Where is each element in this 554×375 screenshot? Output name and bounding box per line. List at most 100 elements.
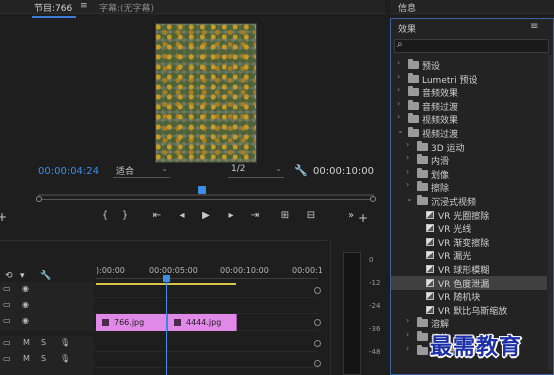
solo-toggle[interactable]: S	[41, 354, 46, 363]
timeline-clip[interactable]: 766.jpg	[96, 314, 168, 331]
playhead-marker[interactable]	[198, 186, 206, 194]
extract-icon[interactable]: ⊟	[304, 210, 318, 221]
resolution-select[interactable]: 1/2 ⌄	[228, 164, 284, 178]
chevron-right-icon[interactable]: ›	[397, 85, 400, 94]
chevron-right-icon[interactable]: ›	[397, 58, 400, 67]
chevron-right-icon[interactable]: ›	[406, 316, 409, 325]
zoom-handle-left[interactable]	[36, 196, 42, 202]
lift-icon[interactable]: ⊞	[278, 210, 292, 221]
scroll-handle[interactable]	[314, 360, 321, 367]
track-header	[0, 368, 94, 375]
effect-folder[interactable]: › 音频过渡	[391, 99, 547, 113]
tree-label: 视频效果	[422, 116, 459, 127]
meter-scale-label: 0	[369, 256, 374, 264]
effect-item[interactable]: VR 色度泄漏	[391, 275, 547, 290]
effect-item[interactable]: VR 光圈擦除	[391, 208, 547, 222]
solo-toggle[interactable]: S	[41, 338, 46, 347]
step-back-icon[interactable]: ◂	[175, 210, 189, 221]
tab-program[interactable]: 节目:766	[31, 1, 77, 18]
effect-item[interactable]: VR 球形模糊	[391, 262, 547, 276]
effect-item[interactable]: VR 随机块	[391, 289, 547, 303]
chevron-right-icon[interactable]: ›	[397, 112, 400, 121]
tree-label: Lumetri 预设	[422, 75, 478, 86]
add-button-left[interactable]: +	[0, 210, 7, 224]
tab-caption[interactable]: 字幕:(无字幕)	[99, 1, 154, 14]
chevron-right-icon[interactable]: ›	[406, 167, 409, 176]
chevron-right-icon[interactable]: ›	[406, 344, 409, 353]
effect-folder[interactable]: ⌄ 视频过渡	[391, 126, 547, 140]
step-forward-icon[interactable]: ▸	[224, 210, 238, 221]
folder-icon	[417, 331, 428, 341]
mark-in-icon[interactable]: {	[98, 210, 112, 221]
microphone-icon[interactable]: 🎙	[60, 338, 70, 347]
timeline-clip[interactable]: 4444.jpg	[168, 314, 237, 331]
tree-label: VR 光线	[438, 225, 472, 236]
panel-scrollbar[interactable]	[548, 55, 552, 370]
wrench-icon[interactable]: 🔧	[40, 271, 51, 281]
effect-item[interactable]: VR 默比乌斯缩放	[391, 303, 547, 317]
chevron-down-icon[interactable]: ⌄	[397, 126, 404, 135]
go-to-in-icon[interactable]: ⇤	[150, 210, 164, 221]
effect-folder[interactable]: › 擦除	[391, 180, 547, 194]
eye-icon[interactable]: ◉	[22, 316, 29, 325]
effects-panel-title[interactable]: 效果	[398, 22, 416, 35]
effect-folder[interactable]: › 预设	[391, 58, 547, 72]
chevron-right-icon[interactable]: ›	[397, 99, 400, 108]
chevron-right-icon[interactable]: ›	[406, 153, 409, 162]
add-button-right[interactable]: +	[358, 211, 368, 225]
snap-icon[interactable]: ⟲	[5, 271, 13, 281]
chevron-right-icon[interactable]: ›	[397, 72, 400, 81]
eye-icon[interactable]: ◉	[22, 284, 29, 293]
effect-item[interactable]: VR 漏光	[391, 248, 547, 262]
more-icon[interactable]: »	[344, 210, 358, 221]
scrub-bar[interactable]	[38, 194, 374, 196]
wrench-icon[interactable]: 🔧	[294, 164, 308, 177]
mute-toggle[interactable]: M	[23, 354, 30, 363]
meter-scale-label: -12	[369, 279, 381, 287]
chevron-right-icon[interactable]: ›	[406, 330, 409, 339]
zoom-handle-right[interactable]	[370, 196, 376, 202]
play-icon[interactable]: ▶	[199, 210, 213, 221]
mark-out-icon[interactable]: }	[118, 210, 132, 221]
effect-folder[interactable]: › Lumetri 预设	[391, 72, 547, 86]
film-icon[interactable]: ▭	[3, 300, 11, 309]
meter-scale-label: -24	[369, 302, 381, 310]
current-timecode[interactable]: 00:00:04:24	[38, 166, 99, 177]
effect-folder[interactable]: › 视频效果	[391, 112, 547, 126]
chevron-right-icon[interactable]: ›	[406, 180, 409, 189]
scroll-handle[interactable]	[314, 287, 321, 294]
time-ruler[interactable]	[96, 278, 318, 279]
fit-select[interactable]: 适合 ⌄	[113, 164, 170, 178]
microphone-icon[interactable]: 🎙	[60, 354, 70, 363]
transition-icon	[426, 278, 434, 287]
transition-icon	[426, 237, 434, 246]
marker-icon[interactable]: ▾	[20, 271, 25, 281]
ruler-tick: 00:00:05:00	[149, 266, 198, 275]
audio-track-icon[interactable]: ▭	[3, 354, 11, 363]
tab-info[interactable]: 信息	[398, 1, 416, 14]
scroll-handle[interactable]	[314, 340, 321, 347]
tree-label: 沉浸式视频	[431, 198, 477, 208]
chevron-right-icon[interactable]: ›	[406, 140, 409, 149]
scroll-handle[interactable]	[314, 319, 321, 326]
go-to-out-icon[interactable]: ⇥	[248, 210, 262, 221]
audio-track-icon[interactable]: ▭	[3, 338, 11, 347]
effect-folder[interactable]: › 音频效果	[391, 85, 547, 99]
mute-toggle[interactable]: M	[23, 338, 30, 347]
chevron-down-icon[interactable]: ⌄	[406, 194, 413, 203]
effect-item[interactable]: VR 光线	[391, 221, 547, 235]
zoom-bar[interactable]	[38, 199, 374, 200]
timeline-playhead[interactable]	[163, 275, 170, 282]
effect-folder[interactable]: › 内滑	[391, 153, 547, 167]
panel-menu-icon[interactable]: ≡	[80, 1, 88, 11]
effect-folder[interactable]: › 3D 运动	[391, 140, 547, 154]
folder-icon	[408, 113, 419, 124]
film-icon[interactable]: ▭	[3, 316, 11, 325]
effect-folder[interactable]: ⌄ 沉浸式视频	[391, 194, 547, 208]
effects-search-input[interactable]	[394, 39, 549, 53]
eye-icon[interactable]: ◉	[22, 300, 29, 309]
panel-menu-icon[interactable]: ≡	[530, 21, 538, 32]
effect-folder[interactable]: › 划像	[391, 167, 547, 181]
effect-item[interactable]: VR 渐变擦除	[391, 235, 547, 249]
film-icon[interactable]: ▭	[3, 284, 11, 293]
